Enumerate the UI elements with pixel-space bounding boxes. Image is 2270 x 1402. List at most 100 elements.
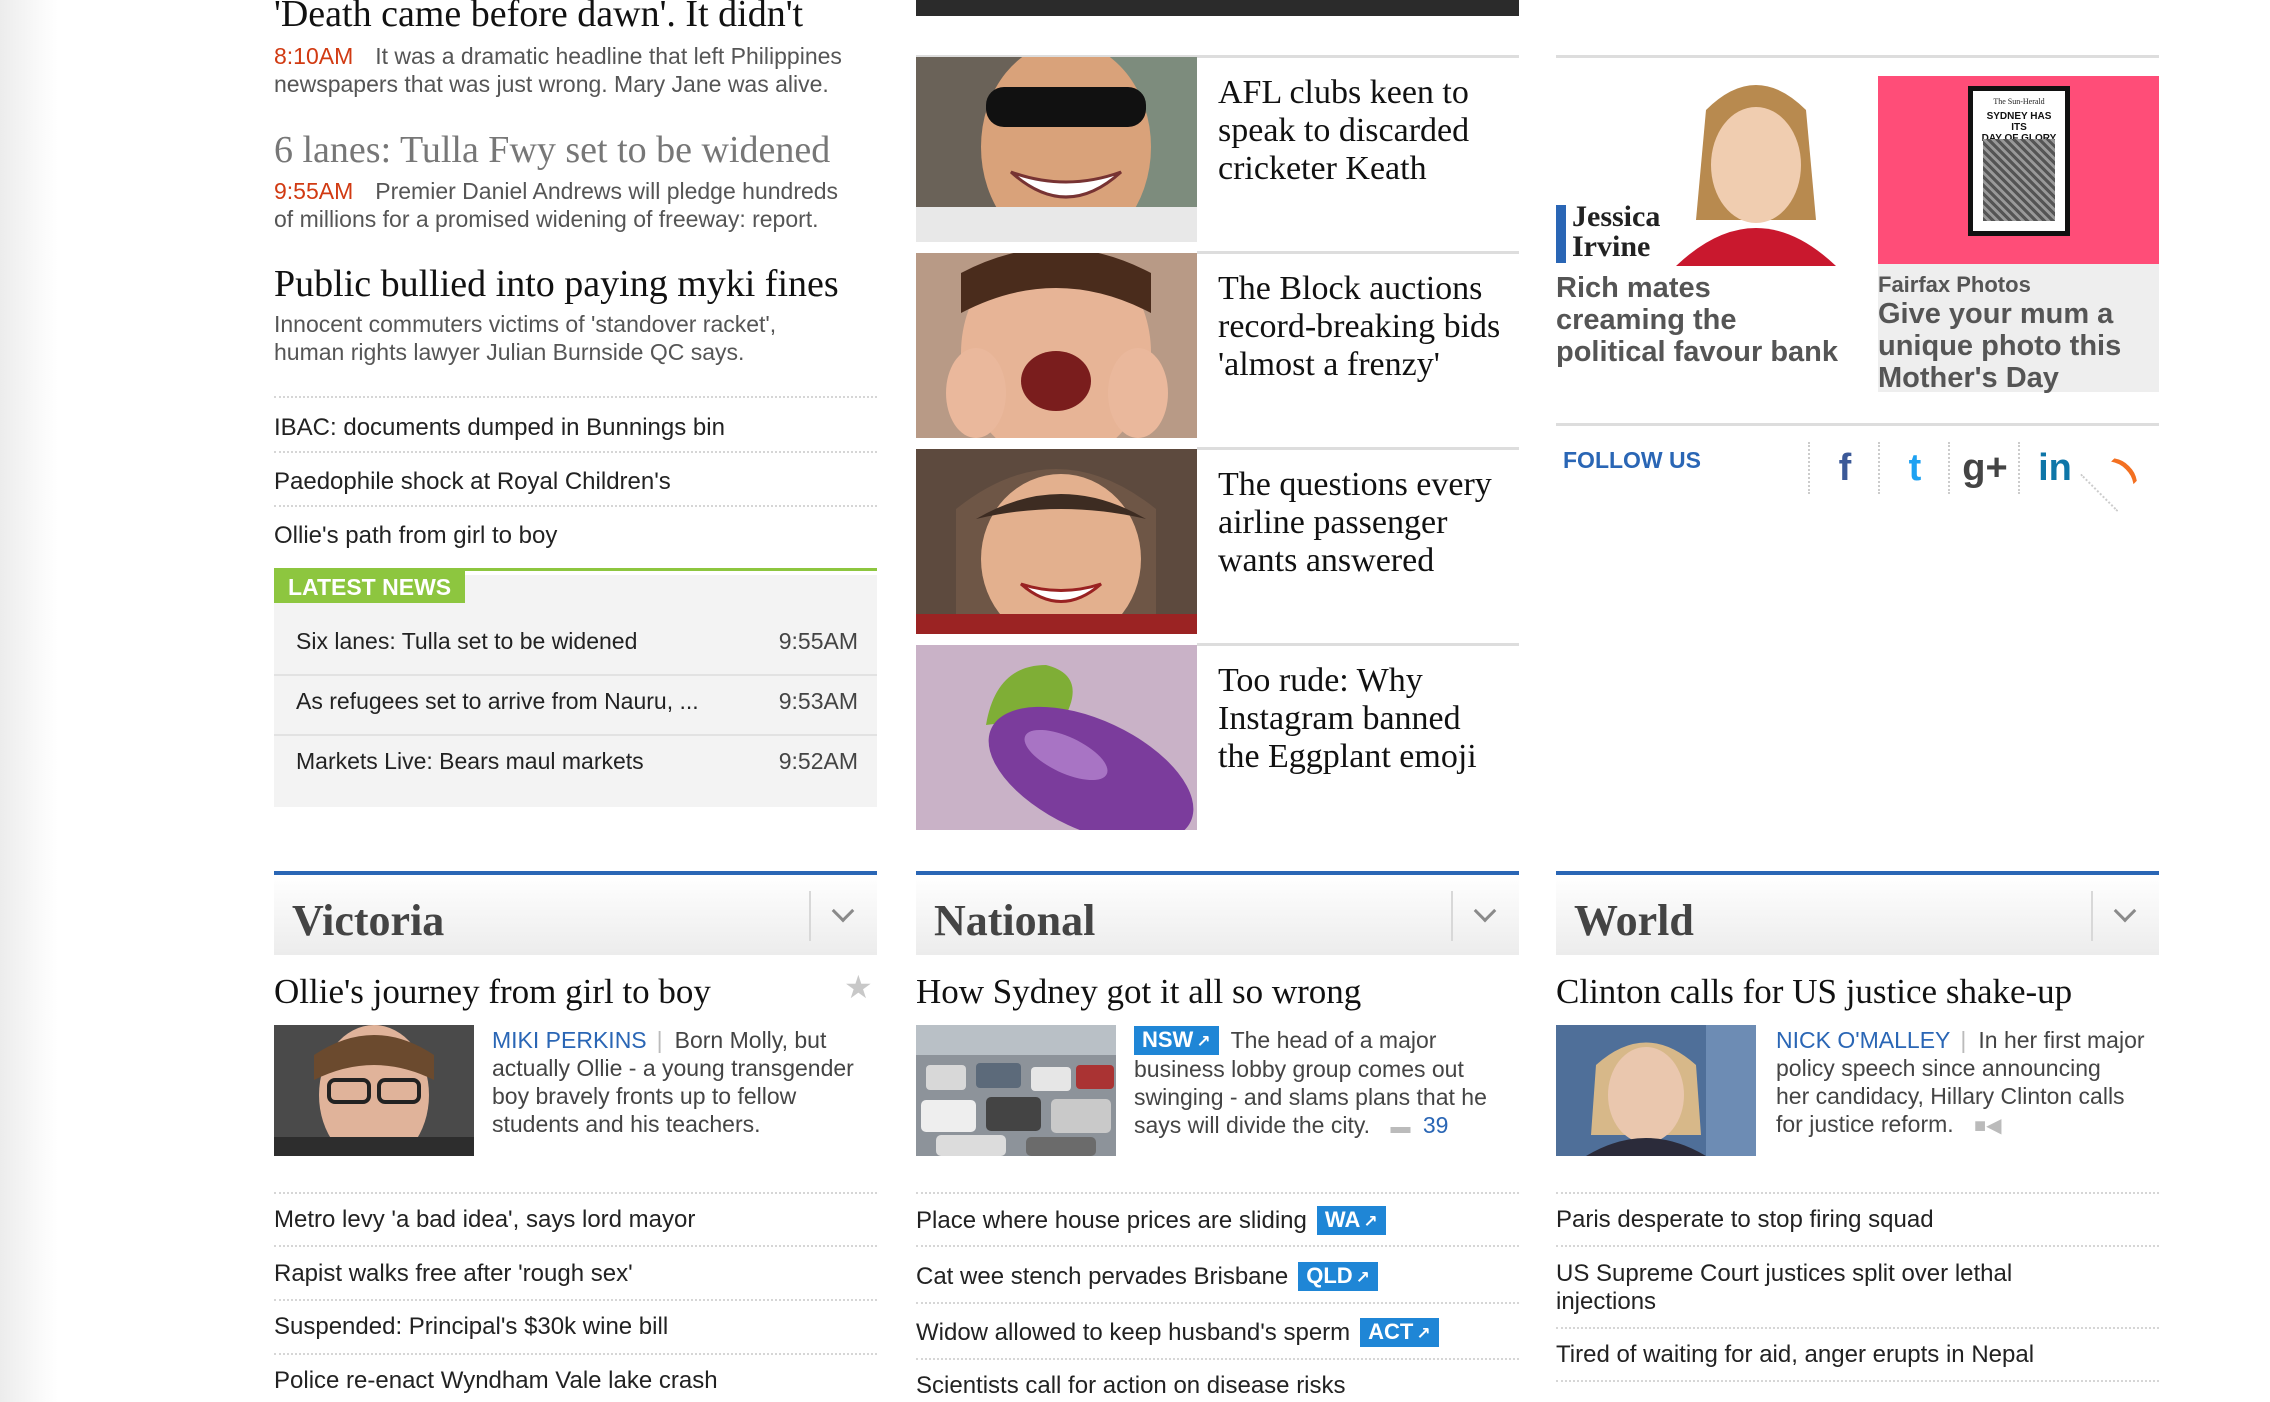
section-lead-blurb: NSW ↗ The head of a major business lobby g…: [1134, 1026, 1487, 1138]
section-link[interactable]: Police re-enact Wyndham Vale lake crash: [274, 1367, 718, 1395]
section-link[interactable]: Widow allowed to keep husband's sperm ACT…: [916, 1318, 1439, 1347]
section-link[interactable]: Place where house prices are sliding WA ↗: [916, 1206, 1386, 1235]
section-link[interactable]: Paris desperate to stop firing squad: [1556, 1206, 1934, 1234]
video-icon[interactable]: ■◀: [1974, 1115, 2001, 1137]
star-icon[interactable]: ★: [844, 968, 873, 1006]
divider: [1556, 55, 2159, 58]
section-link[interactable]: Rapist walks free after 'rough sex': [274, 1260, 633, 1288]
author-byline[interactable]: MIKI PERKINS: [492, 1027, 647, 1053]
section-link[interactable]: US Supreme Court justices split over let…: [1556, 1260, 2012, 1316]
promo-headline[interactable]: Give your mum a unique photo this Mother's…: [1878, 298, 2121, 394]
story-headline[interactable]: The Block auctions record-breaking bids'a…: [1218, 270, 1500, 384]
lead-image-bottom-edge[interactable]: [916, 0, 1519, 16]
section-header-world[interactable]: World: [1556, 871, 2159, 955]
divider: [1197, 251, 1519, 254]
story-summary: 9:55AM Premier Daniel Andrews will pledge…: [274, 177, 884, 233]
latest-news-title[interactable]: Six lanes: Tulla set to be widened: [296, 628, 637, 654]
story-time: 9:55AM: [274, 178, 354, 204]
story-headline[interactable]: Too rude: Why Instagram banned the Eggplan…: [1218, 662, 1477, 776]
story-link[interactable]: Ollie's path from girl to boy: [274, 522, 557, 550]
section-lead-thumbnail[interactable]: [1556, 1025, 1756, 1156]
section-link[interactable]: Cat wee stench pervades Brisbane QLD ↗: [916, 1262, 1378, 1291]
linkedin-icon[interactable]: in: [2018, 442, 2090, 494]
promo-image[interactable]: The Sun-Herald SYDNEY HAS ITSDAY OF GLOR…: [1878, 76, 2159, 264]
divider: [274, 1245, 877, 1247]
divider: [1197, 643, 1519, 646]
section-title[interactable]: Victoria: [292, 895, 444, 946]
chevron-down-icon[interactable]: [2091, 891, 2159, 941]
region-tag[interactable]: NSW ↗: [1134, 1026, 1219, 1055]
twitter-icon[interactable]: t: [1878, 442, 1950, 494]
eggplant-emoji-thumbnail[interactable]: [916, 645, 1197, 830]
author-byline[interactable]: NICK O'MALLEY: [1776, 1027, 1950, 1053]
divider: [1556, 1192, 2159, 1194]
section-lead-thumbnail[interactable]: [916, 1025, 1116, 1156]
story-headline[interactable]: 'Death came before dawn'. It didn't: [274, 0, 803, 36]
poster-masthead: The Sun-Herald: [1993, 97, 2045, 106]
page-gutter: [0, 0, 58, 1402]
section-title[interactable]: World: [1574, 895, 1694, 946]
columnist-photo-block[interactable]: Jessica Irvine: [1556, 70, 1836, 266]
divider: [1556, 1380, 2159, 1382]
chevron-down-icon[interactable]: [809, 891, 877, 941]
story-headline[interactable]: Public bullied into paying myki fines: [274, 262, 839, 306]
facebook-icon[interactable]: f: [1808, 442, 1880, 494]
section-link[interactable]: Suspended: Principal's $30k wine bill: [274, 1313, 668, 1341]
section-lead-headline[interactable]: Ollie's journey from girl to boy: [274, 972, 711, 1012]
latest-news-title[interactable]: As refugees set to arrive from Nauru, ..…: [296, 688, 699, 714]
story-thumbnail[interactable]: [916, 449, 1197, 634]
section-link[interactable]: Metro levy 'a bad idea', says lord mayor: [274, 1206, 695, 1234]
columnist-headline[interactable]: Rich mates creaming the political favour b…: [1556, 272, 1838, 368]
latest-news-label: LATEST NEWS: [274, 571, 466, 603]
section-lead-blurb: NICK O'MALLEY | In her first major policy …: [1776, 1027, 2145, 1137]
latest-news-item[interactable]: As refugees set to arrive from Nauru, ..…: [296, 688, 858, 715]
section-header-victoria[interactable]: Victoria: [274, 871, 877, 955]
divider: [916, 1302, 1519, 1304]
story-headline[interactable]: 6 lanes: Tulla Fwy set to be widened: [274, 128, 830, 172]
divider: [916, 1245, 1519, 1247]
summary-text: Premier Daniel Andrews will pledge hundr…: [375, 178, 839, 204]
divider: [274, 1192, 877, 1194]
divider: [1556, 1327, 2159, 1329]
comment-icon[interactable]: ▬: [1390, 1116, 1410, 1138]
latest-news-title[interactable]: Markets Live: Bears maul markets: [296, 748, 644, 774]
story-headline[interactable]: AFL clubs keen to speak to discarded crick…: [1218, 74, 1469, 188]
chevron-down-icon[interactable]: [1451, 891, 1519, 941]
story-link[interactable]: Paedophile shock at Royal Children's: [274, 468, 671, 496]
region-tag[interactable]: ACT ↗: [1360, 1318, 1439, 1347]
section-link[interactable]: Scientists call for action on disease ri…: [916, 1372, 1346, 1400]
poster-photo: [1983, 139, 2055, 221]
section-title[interactable]: National: [934, 895, 1095, 946]
section-header-national[interactable]: National: [916, 871, 1519, 955]
story-summary: Innocent commuters victims of 'standover…: [274, 310, 884, 366]
section-lead-blurb: MIKI PERKINS | Born Molly, but actually Ol…: [492, 1027, 854, 1137]
section-lead-thumbnail[interactable]: [274, 1025, 474, 1156]
story-time: 8:10AM: [274, 43, 354, 69]
story-headline[interactable]: The questions every airline passenger want…: [1218, 466, 1492, 580]
latest-news-item[interactable]: Markets Live: Bears maul markets 9:52AM: [296, 748, 858, 775]
section-lead-headline[interactable]: Clinton calls for US justice shake-up: [1556, 972, 2072, 1012]
region-tag[interactable]: WA ↗: [1316, 1206, 1386, 1235]
story-link[interactable]: IBAC: documents dumped in Bunnings bin: [274, 414, 725, 442]
section-lead-headline[interactable]: How Sydney got it all so wrong: [916, 972, 1361, 1012]
latest-news-item[interactable]: Six lanes: Tulla set to be widened 9:55AM: [296, 628, 858, 655]
summary-text: human rights lawyer Julian Burnside QC s…: [274, 339, 745, 365]
divider: [274, 1299, 877, 1301]
divider: [1556, 1245, 2159, 1247]
columnist-accent-bar: [1556, 205, 1566, 263]
story-thumbnail[interactable]: [916, 253, 1197, 438]
story-thumbnail[interactable]: [916, 57, 1197, 242]
divider: [274, 505, 877, 507]
comment-count[interactable]: 39: [1423, 1112, 1449, 1138]
summary-text: Innocent commuters victims of 'standover…: [274, 311, 777, 337]
divider: [1556, 423, 2159, 426]
google-plus-icon[interactable]: g+: [1948, 442, 2020, 494]
latest-news-time: 9:55AM: [778, 628, 858, 654]
region-tag[interactable]: QLD ↗: [1298, 1262, 1378, 1291]
latest-news-time: 9:53AM: [778, 688, 858, 714]
section-link[interactable]: Tired of waiting for aid, anger erupts i…: [1556, 1341, 2034, 1369]
rss-icon[interactable]: ): [2080, 424, 2168, 512]
summary-text: newspapers that was just wrong. Mary Jan…: [274, 71, 829, 97]
divider: [1197, 447, 1519, 450]
summary-text: of millions for a promised widening of f…: [274, 206, 819, 232]
